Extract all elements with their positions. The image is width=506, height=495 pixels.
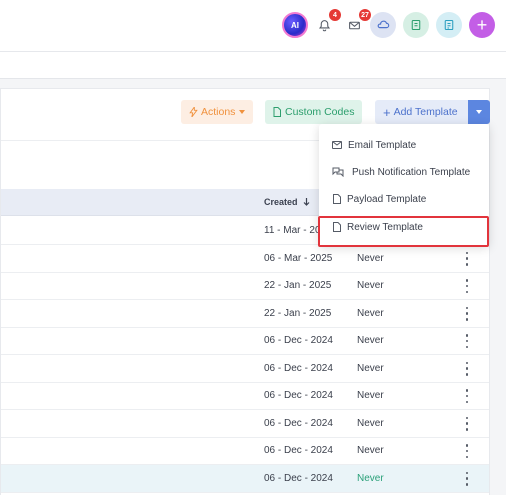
menu-item-payload-template[interactable]: Payload Template	[319, 187, 489, 211]
last-used-cell: Never	[357, 307, 384, 319]
file-icon	[333, 222, 341, 232]
plus-icon: +	[383, 104, 391, 120]
chat-icon	[332, 167, 344, 177]
last-used-cell: Never	[357, 335, 384, 346]
last-used-cell: Never	[357, 390, 384, 401]
add-template-button[interactable]: + Add Template	[375, 100, 468, 124]
last-used-cell: Never	[357, 445, 384, 456]
table-row[interactable]: 06 - Dec - 2024 Never	[1, 355, 489, 383]
custom-codes-button[interactable]: Custom Codes	[265, 100, 363, 124]
row-menu-icon[interactable]	[463, 251, 471, 266]
row-menu-icon[interactable]	[463, 444, 471, 458]
add-template-dropdown-toggle[interactable]	[468, 100, 490, 124]
lightning-icon	[189, 107, 198, 117]
integrations-button[interactable]	[370, 12, 396, 38]
menu-item-label: Email Template	[348, 139, 417, 151]
created-date-cell: 06 - Dec - 2024	[264, 445, 333, 456]
row-menu-icon[interactable]	[463, 361, 471, 376]
document-icon	[411, 19, 421, 31]
last-used-cell: Never	[357, 362, 384, 374]
custom-codes-label: Custom Codes	[285, 106, 355, 118]
created-date-cell: 06 - Dec - 2024	[264, 417, 333, 429]
menu-item-push-notification-template[interactable]: Push Notification Template	[319, 160, 489, 184]
file-icon	[333, 194, 341, 204]
table-row[interactable]: 22 - Jan - 2025 Never	[1, 272, 489, 300]
plus-icon: +	[476, 15, 488, 35]
created-date-cell: 22 - Jan - 2025	[264, 280, 332, 291]
table-row[interactable]: 06 - Mar - 2025 Never	[1, 245, 489, 273]
notifications-button[interactable]: 4	[311, 9, 341, 38]
row-menu-icon[interactable]	[463, 279, 471, 293]
created-header-label: Created	[264, 197, 298, 207]
add-template-menu: Email Template Push Notification Templat…	[319, 124, 489, 246]
messages-badge: 27	[359, 9, 371, 21]
last-used-cell: Never	[357, 252, 384, 264]
table-row[interactable]: 06 - Dec - 2024 Never	[1, 382, 489, 410]
last-used-cell: Never	[357, 472, 384, 484]
menu-item-label: Review Template	[347, 221, 423, 233]
mail-icon	[332, 141, 342, 149]
created-date-cell: 11 - Mar - 20	[264, 225, 321, 236]
table-row[interactable]: 06 - Dec - 2024 Never	[1, 464, 489, 493]
add-template-label: Add Template	[393, 106, 458, 118]
notifications-badge: 4	[329, 9, 341, 21]
table-row[interactable]: 06 - Dec - 2024 Never	[1, 437, 489, 465]
caret-down-icon	[239, 110, 246, 114]
table-row[interactable]: 06 - Dec - 2024 Never	[1, 327, 489, 355]
cloud-icon	[377, 20, 390, 29]
list-icon	[444, 19, 454, 31]
row-menu-icon[interactable]	[463, 306, 471, 321]
file-code-icon	[273, 107, 281, 117]
menu-item-label: Payload Template	[347, 193, 427, 205]
ai-assistant-button[interactable]: AI	[282, 12, 308, 38]
messages-button[interactable]: 27	[341, 9, 371, 38]
menu-item-email-template[interactable]: Email Template	[319, 133, 489, 157]
actions-label: Actions	[201, 106, 236, 118]
created-date-cell: 06 - Dec - 2024	[264, 362, 333, 374]
notes-button[interactable]	[436, 12, 462, 38]
table-row[interactable]: 22 - Jan - 2025 Never	[1, 300, 489, 328]
created-date-cell: 06 - Dec - 2024	[264, 472, 333, 484]
table-row[interactable]: 06 - Dec - 2024 Never	[1, 410, 489, 438]
row-menu-icon[interactable]	[463, 334, 471, 348]
last-used-cell: Never	[357, 280, 384, 291]
created-date-cell: 06 - Dec - 2024	[264, 335, 333, 346]
row-menu-icon[interactable]	[463, 389, 471, 403]
sub-header-bar	[0, 52, 506, 79]
bell-icon	[318, 19, 330, 31]
created-date-cell: 06 - Dec - 2024	[264, 390, 333, 401]
created-column-header[interactable]: Created	[264, 197, 310, 207]
menu-item-label: Push Notification Template	[352, 166, 471, 178]
top-bar: AI 4 27 +	[0, 0, 506, 52]
ai-label: AI	[291, 20, 299, 30]
row-menu-icon[interactable]	[463, 471, 471, 486]
arrow-down-icon	[303, 198, 310, 206]
caret-down-icon	[476, 110, 482, 114]
created-date-cell: 22 - Jan - 2025	[264, 307, 332, 319]
created-date-cell: 06 - Mar - 2025	[264, 252, 333, 264]
actions-button[interactable]: Actions	[181, 100, 254, 124]
create-button[interactable]: +	[469, 12, 495, 38]
row-menu-icon[interactable]	[463, 416, 471, 431]
last-used-cell: Never	[357, 417, 384, 429]
mail-icon	[348, 21, 360, 29]
menu-item-review-template[interactable]: Review Template	[319, 215, 489, 239]
reports-button[interactable]	[403, 12, 429, 38]
